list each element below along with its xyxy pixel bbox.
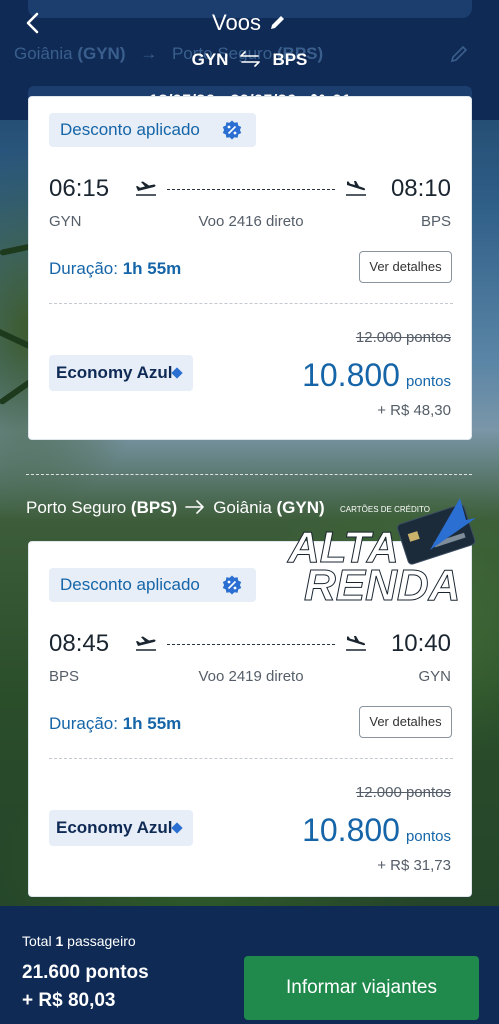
total-passengers-label: Total 1 passageiro <box>22 933 136 949</box>
section-separator <box>26 474 472 475</box>
original-price: 12.000 pontos <box>355 784 451 801</box>
arrival-time: 08:10 <box>390 175 451 202</box>
booking-footer: Total 1 passageiro 21.600 pontos + R$ 80… <box>0 906 499 1024</box>
edit-pencil-icon[interactable] <box>269 13 287 31</box>
departure-time: 06:15 <box>49 175 110 202</box>
discount-percent-icon <box>222 120 242 140</box>
fare-class-badge: Economy Azul <box>49 355 193 391</box>
route-line <box>167 189 335 190</box>
flight-duration: Duração: 1h 55m <box>49 714 182 733</box>
taxes-amount: + R$ 31,73 <box>377 857 451 874</box>
outbound-flight-card[interactable]: Desconto aplicado 06:15 08:10 GYN Voo 24… <box>28 96 472 440</box>
flight-number: Voo 2419 direto <box>198 668 304 685</box>
arrow-right-icon <box>185 500 204 514</box>
origin-airport-code: BPS <box>49 668 80 685</box>
discount-percent-icon <box>222 575 242 595</box>
landing-plane-icon <box>346 181 366 196</box>
logo-text-renda: RENDA <box>304 561 460 605</box>
swap-arrows-icon <box>240 51 261 67</box>
arrival-time: 10:40 <box>390 630 451 657</box>
original-price: 12.000 pontos <box>355 329 451 346</box>
card-divider <box>49 758 453 759</box>
origin-airport-code: GYN <box>49 213 82 230</box>
view-details-button[interactable]: Ver detalhes <box>359 706 452 738</box>
alta-renda-watermark-logo: CARTÕES DE CRÉDITO ALTA RENDA <box>287 498 476 605</box>
flight-duration: Duração: 1h 55m <box>49 259 182 278</box>
discount-badge: Desconto aplicado <box>49 113 256 147</box>
route-line <box>167 644 335 645</box>
landing-plane-icon <box>346 636 366 651</box>
destination-airport-code: BPS <box>420 213 451 230</box>
departure-time: 08:45 <box>49 630 110 657</box>
page-title: Voos <box>0 10 499 36</box>
destination-airport-code: GYN <box>418 668 451 685</box>
destination-code: BPS <box>272 50 308 69</box>
taxes-amount: + R$ 48,30 <box>377 402 451 419</box>
logo-tagline: CARTÕES DE CRÉDITO <box>340 505 430 514</box>
card-divider <box>49 303 453 304</box>
diamond-icon <box>171 367 183 379</box>
discounted-price: 10.800 pontos <box>302 357 451 393</box>
diamond-icon <box>171 822 183 834</box>
takeoff-plane-icon <box>136 181 156 196</box>
fare-class-badge: Economy Azul <box>49 810 193 846</box>
total-points: 21.600 pontos <box>22 962 149 983</box>
origin-code: GYN <box>191 50 229 69</box>
discounted-price: 10.800 pontos <box>302 812 451 848</box>
flight-number: Voo 2416 direto <box>198 213 304 230</box>
takeoff-plane-icon <box>136 636 156 651</box>
total-cash: + R$ 80,03 <box>22 990 116 1011</box>
view-details-button[interactable]: Ver detalhes <box>359 251 452 283</box>
route-summary: GYN BPS <box>0 50 499 70</box>
discount-badge: Desconto aplicado <box>49 568 256 602</box>
informar-viajantes-button[interactable]: Informar viajantes <box>244 956 479 1020</box>
